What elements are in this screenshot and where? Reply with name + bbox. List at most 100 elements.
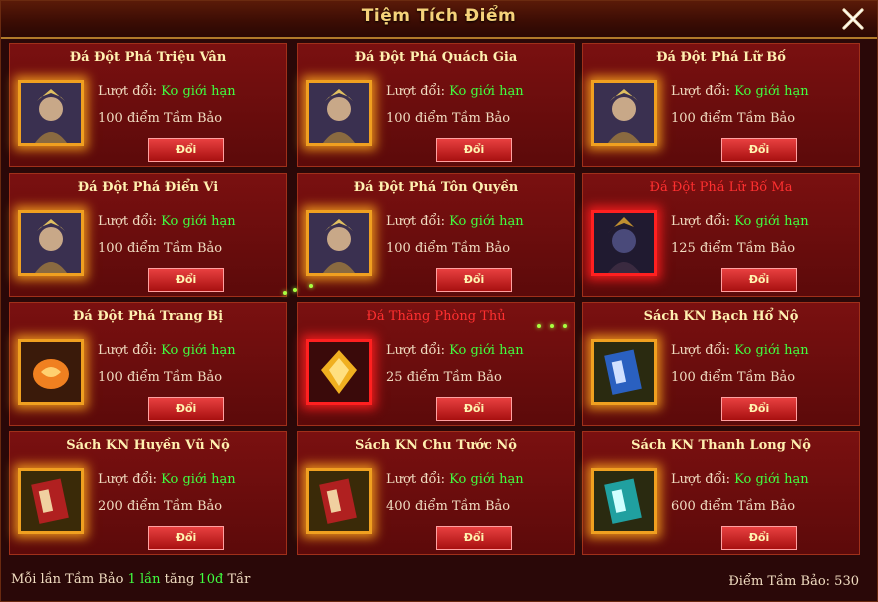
sparkle-effect [537,324,541,328]
cost-value: 200 [98,499,123,514]
cost-value: 125 [671,241,696,256]
sun-quan-portrait-icon [306,210,372,276]
zhao-yun-portrait-icon [18,80,84,146]
exchange-limit-row: Lượt đổi: Ko giới hạn [98,472,236,487]
cost-unit: điểm Tầm Bảo [414,111,511,126]
exchange-limit-row: Lượt đổi: Ko giới hạn [386,472,524,487]
orange-stone-icon [18,339,84,405]
cost-row: 100 điểm Tầm Bảo [98,111,222,126]
cost-value: 25 [386,370,403,385]
footer-info-suffix: Tầr [227,572,251,587]
item-card: Sách KN Bạch Hổ Nộ Lượt đổi: Ko giới hạn 1… [582,302,860,426]
footer-info-points: 10đ [198,572,224,587]
cost-row: 200 điểm Tầm Bảo [98,499,222,514]
exchange-button[interactable]: Đổi [436,397,512,421]
sparkle-effect [563,324,567,328]
cost-unit: điểm Tầm Bảo [699,370,796,385]
exchange-limit-label: Lượt đổi: [671,472,731,487]
exchange-button[interactable]: Đổi [721,138,797,162]
cost-value: 100 [98,370,123,385]
exchange-limit-row: Lượt đổi: Ko giới hạn [386,214,524,229]
window-title: Tiệm Tích Điểm [361,6,517,26]
exchange-button[interactable]: Đổi [436,268,512,292]
exchange-limit-label: Lượt đổi: [386,84,446,99]
exchange-button[interactable]: Đổi [721,526,797,550]
footer-info-prefix: Mỗi lần Tầm Bảo [11,572,124,587]
item-name: Sách KN Thanh Long Nộ [631,438,811,453]
item-name: Đá Đột Phá Lữ Bố Ma [649,180,793,195]
cost-value: 100 [386,111,411,126]
exchange-limit-value: Ko giới hạn [734,343,809,358]
item-card: Đá Thăng Phòng Thủ Lượt đổi: Ko giới hạn 2… [297,302,575,426]
item-name: Sách KN Bạch Hổ Nộ [643,309,799,324]
exchange-button[interactable]: Đổi [148,268,224,292]
cost-row: 100 điểm Tầm Bảo [671,111,795,126]
sparkle-effect [309,284,313,288]
cost-value: 100 [386,241,411,256]
cost-unit: điểm Tầm Bảo [126,111,223,126]
exchange-button[interactable]: Đổi [436,138,512,162]
red-book-icon [18,468,84,534]
cost-unit: điểm Tầm Bảo [414,499,511,514]
exchange-limit-label: Lượt đổi: [98,472,158,487]
item-card: Đá Đột Phá Quách Gia Lượt đổi: Ko giới hạ… [297,43,575,167]
cost-row: 100 điểm Tầm Bảo [98,370,222,385]
exchange-limit-value: Ko giới hạn [734,84,809,99]
exchange-limit-value: Ko giới hạn [161,343,236,358]
sparkle-effect [283,291,287,295]
cost-value: 400 [386,499,411,514]
exchange-limit-label: Lượt đổi: [386,472,446,487]
exchange-limit-value: Ko giới hạn [449,84,524,99]
item-card: Sách KN Thanh Long Nộ Lượt đổi: Ko giới h… [582,431,860,555]
item-name: Đá Đột Phá Điển Vi [77,180,219,195]
exchange-limit-row: Lượt đổi: Ko giới hạn [671,84,809,99]
cost-row: 100 điểm Tầm Bảo [98,241,222,256]
item-name: Đá Đột Phá Quách Gia [354,50,518,65]
cost-unit: điểm Tầm Bảo [699,241,796,256]
item-name: Sách KN Huyền Vũ Nộ [66,438,230,453]
exchange-limit-value: Ko giới hạn [449,343,524,358]
cost-value: 100 [671,370,696,385]
exchange-button[interactable]: Đổi [721,397,797,421]
exchange-limit-row: Lượt đổi: Ko giới hạn [386,343,524,358]
item-name: Sách KN Chu Tước Nộ [355,438,517,453]
guo-jia-portrait-icon [306,80,372,146]
cost-row: 100 điểm Tầm Bảo [386,241,510,256]
item-name: Đá Đột Phá Triệu Vân [69,50,227,65]
exchange-limit-label: Lượt đổi: [386,343,446,358]
points-value: 530 [834,574,859,589]
red-book-icon [306,468,372,534]
exchange-button[interactable]: Đổi [148,397,224,421]
sparkle-effect [293,288,297,292]
cost-unit: điểm Tầm Bảo [126,370,223,385]
teal-book-icon [591,468,657,534]
item-card: Đá Đột Phá Trang Bị Lượt đổi: Ko giới hạn… [9,302,287,426]
item-card: Đá Đột Phá Điển Vi Lượt đổi: Ko giới hạn 1… [9,173,287,297]
cost-unit: điểm Tầm Bảo [699,499,796,514]
item-card: Đá Đột Phá Triệu Vân Lượt đổi: Ko giới hạ… [9,43,287,167]
exchange-button[interactable]: Đổi [436,526,512,550]
item-name: Đá Thăng Phòng Thủ [366,309,506,324]
item-card: Đá Đột Phá Tôn Quyền Lượt đổi: Ko giới hạ… [297,173,575,297]
dian-wei-portrait-icon [18,210,84,276]
cost-row: 25 điểm Tầm Bảo [386,370,502,385]
exchange-limit-row: Lượt đổi: Ko giới hạn [671,472,809,487]
exchange-limit-label: Lượt đổi: [671,214,731,229]
points-label: Điểm Tầm Bảo: [728,574,831,589]
blue-book-icon [591,339,657,405]
cost-value: 100 [98,241,123,256]
footer-info-count: 1 lần [127,572,161,587]
item-card: Sách KN Chu Tước Nộ Lượt đổi: Ko giới hạn… [297,431,575,555]
demon-lu-bu-portrait-icon [591,210,657,276]
exchange-button[interactable]: Đổi [148,138,224,162]
exchange-window: Tiệm Tích Điểm Đá Đột Phá Triệu Vân Lượt … [0,0,878,602]
exchange-limit-value: Ko giới hạn [734,214,809,229]
close-icon[interactable] [839,5,867,33]
cost-value: 600 [671,499,696,514]
exchange-button[interactable]: Đổi [721,268,797,292]
exchange-limit-label: Lượt đổi: [671,84,731,99]
exchange-button[interactable]: Đổi [148,526,224,550]
exchange-limit-value: Ko giới hạn [449,214,524,229]
exchange-limit-value: Ko giới hạn [449,472,524,487]
exchange-limit-row: Lượt đổi: Ko giới hạn [671,214,809,229]
